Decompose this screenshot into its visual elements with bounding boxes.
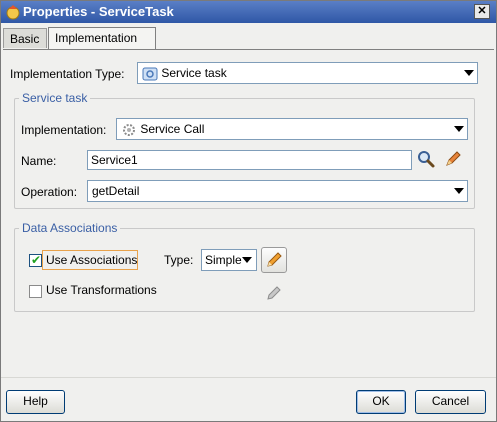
- chevron-down-icon: [242, 257, 252, 263]
- use-associations-checkbox[interactable]: ✔: [29, 253, 42, 267]
- use-transformations-label[interactable]: Use Transformations: [46, 283, 157, 297]
- pencil-disabled-icon: [267, 286, 281, 300]
- gear-icon: [123, 124, 135, 136]
- checkmark-icon: ✔: [31, 253, 42, 267]
- search-icon[interactable]: [416, 149, 436, 169]
- implementation-value: Service Call: [140, 122, 205, 137]
- implementation-value-wrap: Service Call: [121, 122, 204, 138]
- implementation-select[interactable]: Service Call: [116, 118, 468, 140]
- implementation-type-select[interactable]: Service task: [137, 62, 478, 84]
- name-input[interactable]: [88, 151, 411, 169]
- edit-associations-button[interactable]: [261, 247, 287, 273]
- implementation-type-value: Service task: [161, 66, 227, 80]
- type-label: Type:: [164, 253, 194, 267]
- data-associations-legend: Data Associations: [19, 221, 121, 235]
- pencil-icon: [267, 252, 282, 267]
- implementation-type-label: Implementation Type:: [10, 67, 125, 81]
- ok-button[interactable]: OK: [356, 390, 406, 414]
- implementation-type-value-wrap: Service task: [142, 66, 227, 81]
- use-associations-label[interactable]: Use Associations: [46, 253, 137, 267]
- use-transformations-checkbox[interactable]: [29, 285, 42, 298]
- service-task-legend: Service task: [19, 91, 91, 105]
- footer-divider: [1, 377, 496, 378]
- name-label: Name:: [21, 154, 57, 168]
- edit-icon[interactable]: [443, 149, 463, 169]
- chevron-down-icon: [454, 188, 464, 194]
- chevron-down-icon: [464, 70, 474, 76]
- type-value: Simple: [205, 253, 242, 267]
- help-button[interactable]: Help: [6, 390, 65, 414]
- close-button[interactable]: ✕: [474, 4, 490, 19]
- tab-implementation[interactable]: Implementation: [48, 27, 156, 49]
- service-task-icon: [142, 67, 158, 81]
- properties-dialog: Properties - ServiceTask ✕ Basic Impleme…: [0, 0, 497, 422]
- implementation-label: Implementation:: [21, 123, 107, 137]
- tab-basic[interactable]: Basic: [3, 28, 47, 48]
- operation-value: getDetail: [92, 184, 140, 198]
- operation-select[interactable]: getDetail: [87, 180, 468, 202]
- type-select[interactable]: Simple: [201, 249, 257, 271]
- chevron-down-icon: [454, 126, 464, 132]
- app-icon: [6, 5, 20, 20]
- name-field[interactable]: [87, 150, 412, 170]
- operation-label: Operation:: [21, 185, 78, 199]
- title-bar[interactable]: Properties - ServiceTask ✕: [1, 1, 496, 23]
- window-title: Properties - ServiceTask: [23, 4, 174, 19]
- cancel-button[interactable]: Cancel: [415, 390, 486, 414]
